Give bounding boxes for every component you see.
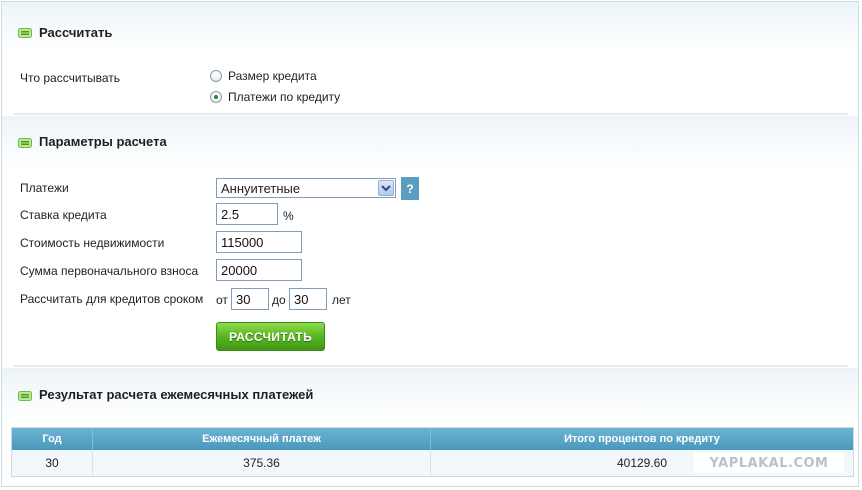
rate-input[interactable] [216,203,278,225]
payments-type-select[interactable]: Аннуитетные [216,178,396,198]
radio-button-checked[interactable] [210,91,222,103]
section-title-calculate: Рассчитать [39,25,113,40]
property-cost-label: Стоимость недвижимости [20,236,165,250]
payments-label: Платежи [20,181,69,195]
chevron-down-icon[interactable] [378,180,394,196]
property-cost-input[interactable] [216,231,302,253]
term-from-label: от [216,293,228,307]
column-header-total-interest: Итого процентов по кредиту [430,428,853,450]
what-to-calculate-label: Что рассчитывать [20,71,121,85]
term-label: Рассчитать для кредитов сроком [20,292,204,306]
down-payment-input[interactable] [216,259,302,281]
term-to-label: до [272,293,286,307]
radio-label: Платежи по кредиту [228,90,341,104]
green-bullet-icon [18,391,32,401]
watermark: YAPLAKAL.COM [694,453,844,473]
green-bullet-icon [18,138,32,148]
rate-label: Ставка кредита [20,208,107,222]
radio-loan-amount[interactable]: Размер кредита [210,69,317,83]
section-title-results: Результат расчета ежемесячных платежей [39,387,314,402]
section-title-params: Параметры расчета [39,134,167,149]
column-header-monthly-payment: Ежемесячный платеж [92,428,430,450]
percent-unit: % [283,209,294,223]
cell-monthly-payment: 375.36 [92,450,430,476]
term-unit: лет [332,293,351,307]
radio-button[interactable] [210,70,222,82]
term-to-input[interactable] [289,288,327,310]
calculator-panel: Рассчитать Что рассчитывать Размер креди… [1,1,859,487]
radio-loan-payments[interactable]: Платежи по кредиту [210,90,340,104]
divider [14,365,848,367]
table-header: Год Ежемесячный платеж Итого процентов п… [12,428,853,450]
column-header-year: Год [42,433,62,445]
green-bullet-icon [18,28,32,38]
calculate-button[interactable]: РАССЧИТАТЬ [216,322,325,351]
cell-year: 30 [45,456,59,470]
payments-type-value: Аннуитетные [221,181,301,196]
term-from-input[interactable] [231,288,269,310]
section-header-calculate [2,2,858,54]
divider [14,113,848,115]
radio-label: Размер кредита [228,69,317,83]
down-payment-label: Сумма первоначального взноса [20,264,199,278]
help-button[interactable]: ? [401,177,419,200]
